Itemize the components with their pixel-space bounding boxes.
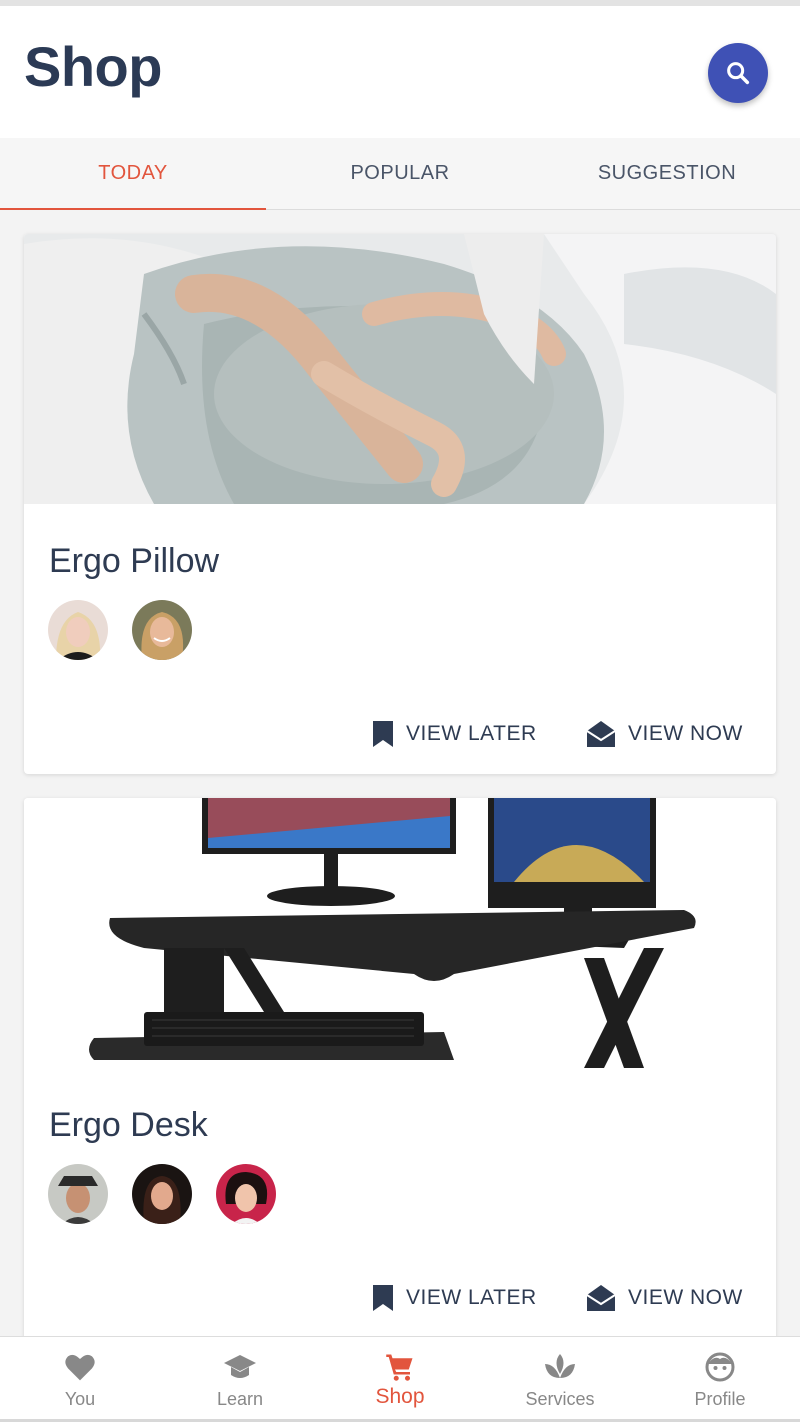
tab-label: TODAY <box>98 162 168 184</box>
search-icon <box>727 62 750 85</box>
avatar-image <box>216 1164 276 1224</box>
nav-item-learn[interactable]: Learn <box>160 1337 320 1422</box>
nav-item-you[interactable]: You <box>0 1337 160 1422</box>
nav-item-services[interactable]: Services <box>480 1337 640 1422</box>
view-now-label: VIEW NOW <box>628 722 743 745</box>
avatar[interactable] <box>48 600 108 660</box>
open-envelope-icon <box>586 721 616 747</box>
page-title: Shop <box>24 35 162 98</box>
tab-label: SUGGESTION <box>597 162 737 184</box>
avatar-image <box>132 600 192 660</box>
view-now-button[interactable]: VIEW NOW <box>586 720 743 748</box>
product-card[interactable]: Ergo Desk VIEW LATER VIEW NOW <box>24 798 776 1346</box>
product-image-desk <box>24 798 776 1068</box>
tab-bar: TODAY POPULAR SUGGESTION <box>0 138 800 210</box>
view-later-button[interactable]: VIEW LATER <box>372 1284 537 1312</box>
lotus-icon <box>545 1354 575 1378</box>
active-tab-indicator <box>0 208 266 210</box>
product-title: Ergo Desk <box>49 1106 208 1144</box>
face-icon <box>705 1352 735 1382</box>
avatar[interactable] <box>132 1164 192 1224</box>
tab-label: POPULAR <box>350 162 450 184</box>
product-title: Ergo Pillow <box>49 542 220 580</box>
nav-label: You <box>64 1389 96 1409</box>
search-button[interactable] <box>708 43 768 103</box>
view-now-label: VIEW NOW <box>628 1286 743 1309</box>
tab-popular[interactable]: POPULAR <box>267 138 533 209</box>
avatar[interactable] <box>48 1164 108 1224</box>
view-later-label: VIEW LATER <box>406 722 537 745</box>
bottom-navigation: You Learn Shop Services Profile <box>0 1336 800 1422</box>
heart-icon <box>65 1354 95 1381</box>
nav-label: Profile <box>694 1389 746 1409</box>
app-header: Shop <box>0 6 800 138</box>
nav-item-profile[interactable]: Profile <box>640 1337 800 1422</box>
nav-label: Learn <box>216 1389 264 1409</box>
view-later-label: VIEW LATER <box>406 1286 537 1309</box>
avatar-image <box>48 1164 108 1224</box>
bookmark-icon <box>373 1285 393 1311</box>
avatar-image <box>132 1164 192 1224</box>
product-image-pillow <box>24 234 776 504</box>
product-card[interactable]: Ergo Pillow VIEW LATER VIEW NOW <box>24 234 776 774</box>
view-later-button[interactable]: VIEW LATER <box>372 720 537 748</box>
avatar[interactable] <box>216 1164 276 1224</box>
graduation-cap-icon <box>224 1355 256 1378</box>
open-envelope-icon <box>586 1285 616 1311</box>
nav-label: Shop <box>375 1385 425 1408</box>
bookmark-icon <box>373 721 393 747</box>
nav-item-shop[interactable]: Shop <box>320 1337 480 1422</box>
avatar[interactable] <box>132 600 192 660</box>
avatar-image <box>48 600 108 660</box>
cart-icon <box>386 1354 413 1381</box>
nav-label: Services <box>525 1389 595 1409</box>
tab-today[interactable]: TODAY <box>0 138 266 210</box>
tab-suggestion[interactable]: SUGGESTION <box>534 138 800 209</box>
view-now-button[interactable]: VIEW NOW <box>586 1284 743 1312</box>
